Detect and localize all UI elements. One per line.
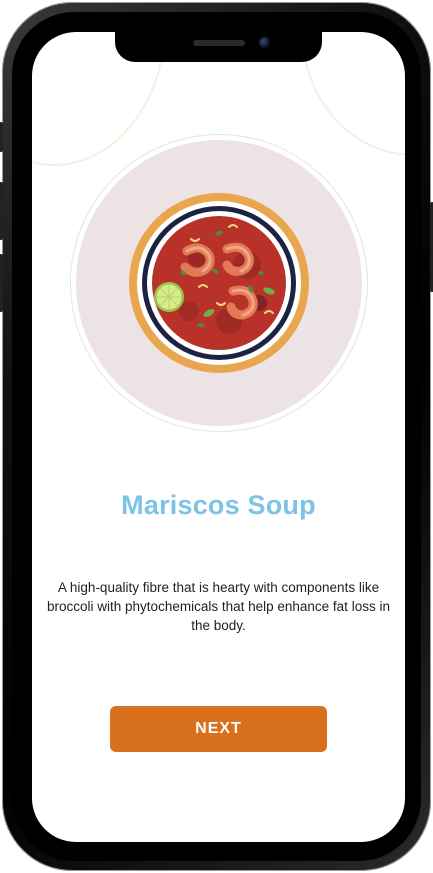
earpiece-speaker [193,40,245,46]
app-screen: Mariscos Soup A high-quality fibre that … [32,32,405,842]
next-button[interactable]: NEXT [110,706,327,752]
seafood-soup-illustration [129,193,309,373]
lime-slice [154,282,184,312]
camera-notch [115,32,322,62]
volume-up-button [0,182,3,240]
phone-frame: Mariscos Soup A high-quality fibre that … [0,2,433,871]
page-title: Mariscos Soup [121,490,316,520]
silent-switch [0,122,3,152]
front-camera [259,37,270,48]
description-text: A high-quality fibre that is hearty with… [47,580,390,633]
volume-down-button [0,254,3,312]
